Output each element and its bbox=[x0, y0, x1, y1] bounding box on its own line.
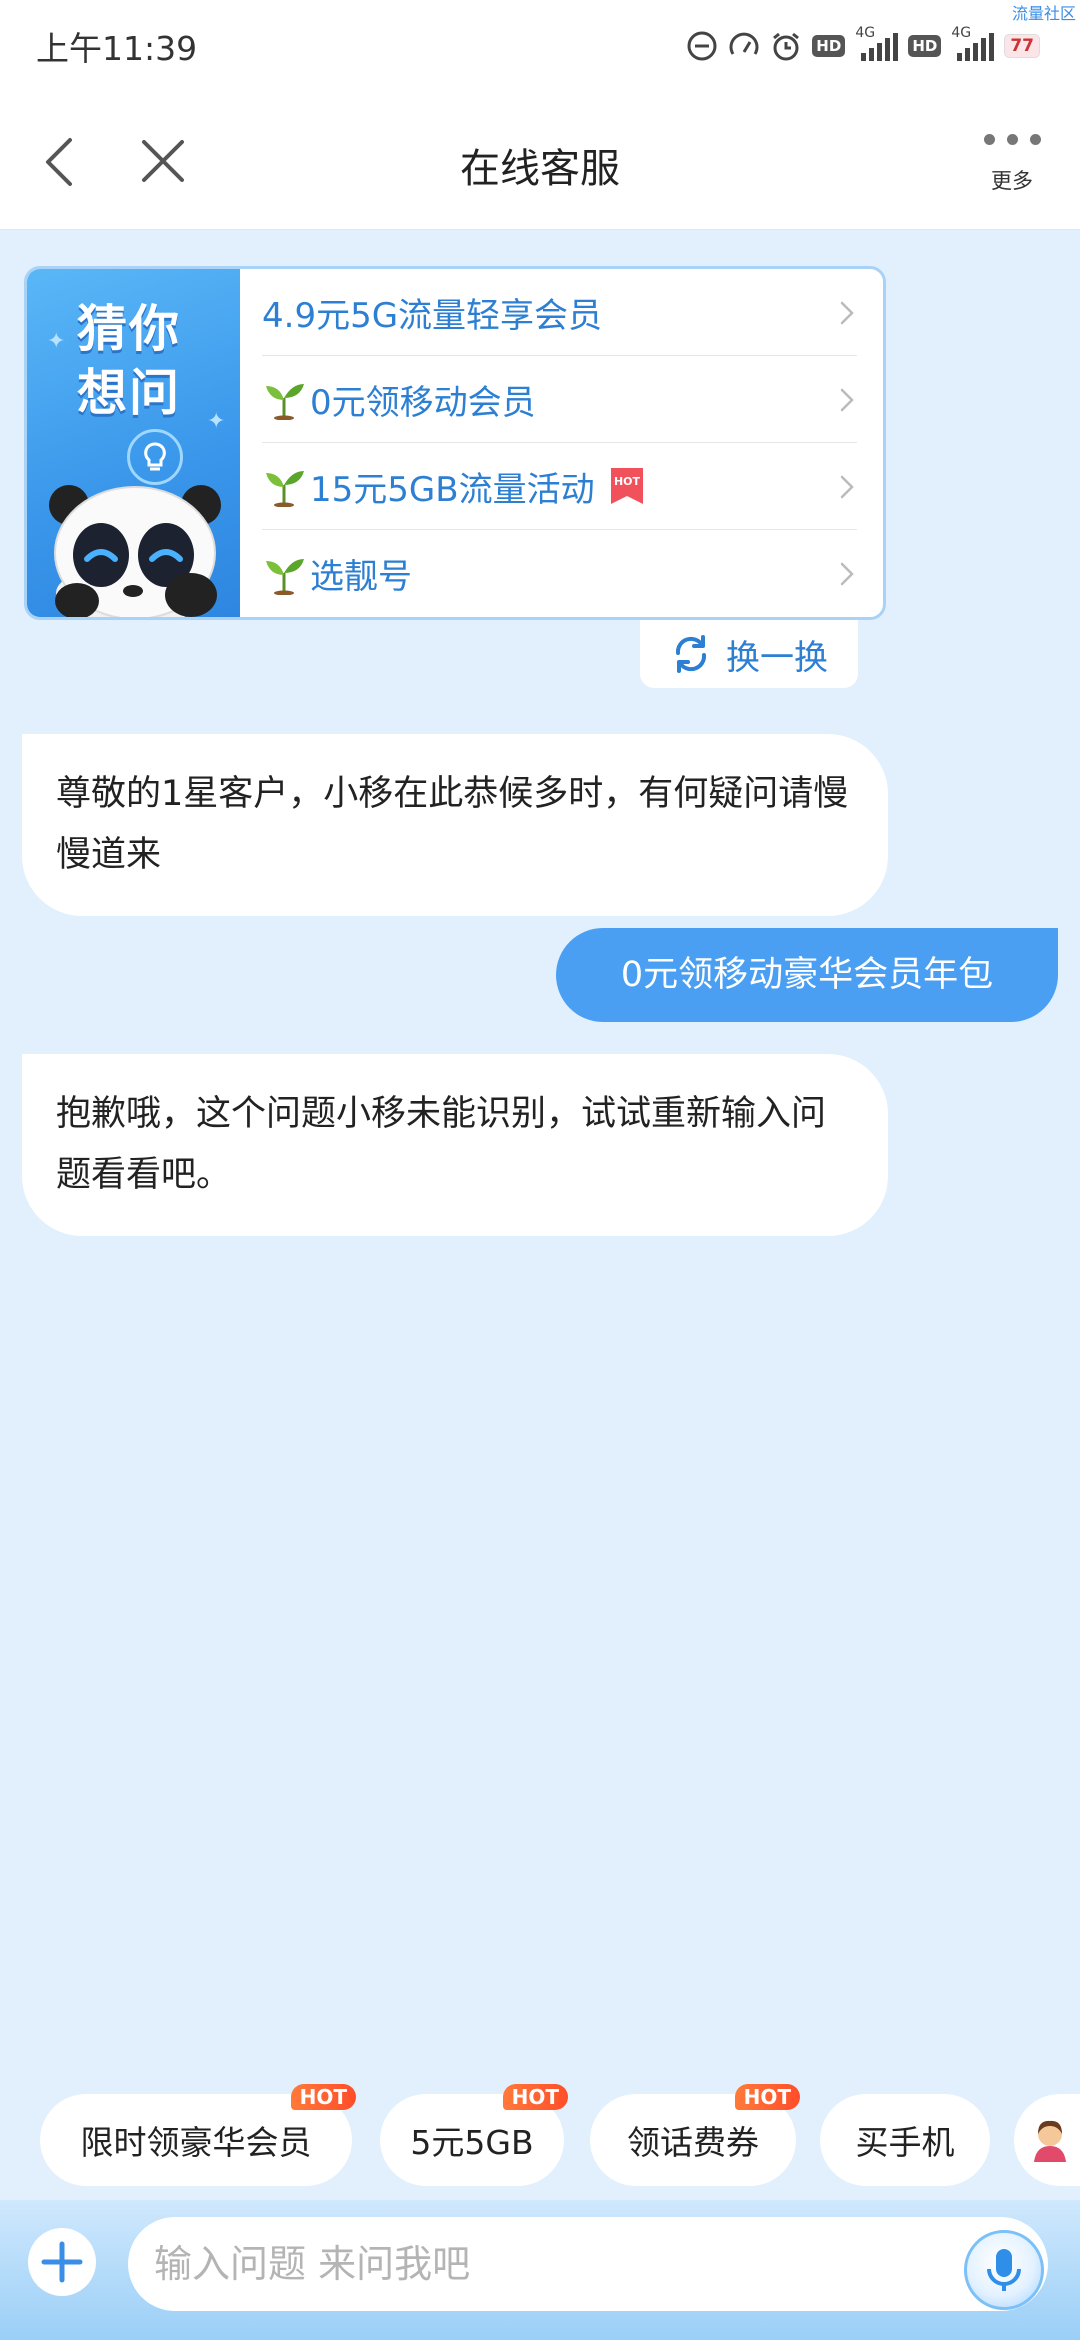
hd-badge: HD bbox=[908, 35, 942, 57]
quick-chip[interactable]: 限时领豪华会员 HOT bbox=[40, 2084, 356, 2186]
hot-badge: HOT bbox=[734, 2084, 800, 2110]
signal-icon: 4G bbox=[951, 25, 995, 61]
chevron-right-icon bbox=[840, 388, 854, 412]
more-button[interactable]: 更多 bbox=[964, 122, 1060, 212]
sprout-icon bbox=[266, 558, 304, 595]
panda-mascot-icon bbox=[49, 485, 221, 617]
guess-banner: ✦ ✦ 猜你想问 bbox=[27, 269, 240, 617]
guess-list: 4.9元5G流量轻享会员 0元领移动会员 15元5GB流量活动 HOT 选靓号 bbox=[262, 269, 857, 617]
quick-chip-partial[interactable] bbox=[1014, 2094, 1080, 2186]
status-bar: 上午11:39 流量社区 HD 4G HD 4G 77 bbox=[0, 0, 1080, 92]
guess-item-label: 0元领移动会员 bbox=[310, 382, 536, 423]
hot-badge: HOT bbox=[290, 2084, 356, 2110]
refresh-label: 换一换 bbox=[726, 637, 828, 678]
status-time: 上午11:39 bbox=[36, 29, 198, 68]
guess-item[interactable]: 0元领移动会员 bbox=[262, 356, 857, 443]
hd-badge: HD bbox=[812, 35, 846, 57]
quick-chip[interactable]: 买手机 bbox=[820, 2094, 990, 2186]
corner-watermark: 流量社区 bbox=[1011, 4, 1076, 23]
quick-reply-chips: 限时领豪华会员 HOT 5元5GB HOT 领话费券 HOT 买手机 bbox=[0, 2084, 1080, 2198]
guess-item[interactable]: 选靓号 bbox=[262, 530, 857, 617]
guess-item-label: 选靓号 bbox=[310, 557, 412, 597]
bot-message: 抱歉哦，这个问题小移未能识别，试试重新输入问题看看吧。 bbox=[22, 1054, 888, 1236]
guess-item-label: 15元5GB流量活动 bbox=[310, 469, 595, 510]
guess-banner-title: 猜你想问 bbox=[77, 300, 181, 422]
battery-indicator: 77 bbox=[1004, 34, 1040, 58]
sparkle-icon: ✦ bbox=[207, 409, 226, 434]
sprout-icon bbox=[266, 471, 304, 507]
quick-chip-label: 领话费券 bbox=[627, 2123, 759, 2162]
status-icons: HD 4G HD 4G 77 bbox=[686, 24, 1040, 68]
guess-item[interactable]: 4.9元5G流量轻享会员 bbox=[262, 269, 857, 356]
quick-chip-label: 限时领豪华会员 bbox=[80, 2123, 312, 2162]
chevron-right-icon bbox=[840, 475, 854, 499]
user-message: 0元领移动豪华会员年包 bbox=[556, 928, 1058, 1022]
hot-badge: HOT bbox=[502, 2084, 568, 2110]
chevron-right-icon bbox=[840, 301, 854, 325]
page-title: 在线客服 bbox=[460, 146, 620, 192]
quick-chip-label: 买手机 bbox=[855, 2123, 955, 2162]
chevron-right-icon bbox=[840, 562, 854, 586]
nav-bar: 在线客服 更多 bbox=[0, 92, 1080, 230]
alarm-icon bbox=[773, 32, 800, 61]
question-input[interactable] bbox=[128, 2217, 1048, 2311]
plus-button[interactable] bbox=[28, 2228, 96, 2296]
sprout-icon bbox=[266, 384, 304, 420]
hot-tag-icon: HOT bbox=[610, 468, 643, 504]
plus-icon bbox=[41, 2241, 83, 2283]
more-label: 更多 bbox=[991, 169, 1033, 193]
sparkle-icon: ✦ bbox=[47, 329, 66, 354]
microphone-icon bbox=[987, 2249, 1021, 2291]
bot-message: 尊敬的1星客户，小移在此恭候多时，有何疑问请慢慢道来 bbox=[22, 734, 888, 916]
voice-button[interactable] bbox=[964, 2230, 1044, 2310]
quick-chip[interactable]: 领话费券 HOT bbox=[590, 2084, 800, 2186]
refresh-button[interactable]: 换一换 bbox=[640, 620, 858, 688]
guess-item-label: 4.9元5G流量轻享会员 bbox=[262, 295, 603, 336]
guess-item[interactable]: 15元5GB流量活动 HOT bbox=[262, 443, 857, 530]
refresh-icon bbox=[675, 635, 707, 673]
guess-card: ✦ ✦ 猜你想问 4.9元5G流量轻享会员 0元领移动会员 15元5GB流量活动 HO… bbox=[24, 266, 886, 620]
gauge-icon bbox=[729, 32, 759, 55]
do-not-disturb-icon bbox=[687, 31, 717, 61]
more-dots-icon bbox=[964, 134, 1060, 145]
svg-text:HOT: HOT bbox=[614, 475, 641, 488]
quick-chip[interactable]: 5元5GB HOT bbox=[380, 2084, 568, 2186]
signal-icon: 4G bbox=[855, 25, 899, 61]
quick-chip-label: 5元5GB bbox=[410, 2123, 534, 2162]
person-emoji-icon bbox=[1034, 2120, 1066, 2162]
input-bar bbox=[0, 2200, 1080, 2340]
